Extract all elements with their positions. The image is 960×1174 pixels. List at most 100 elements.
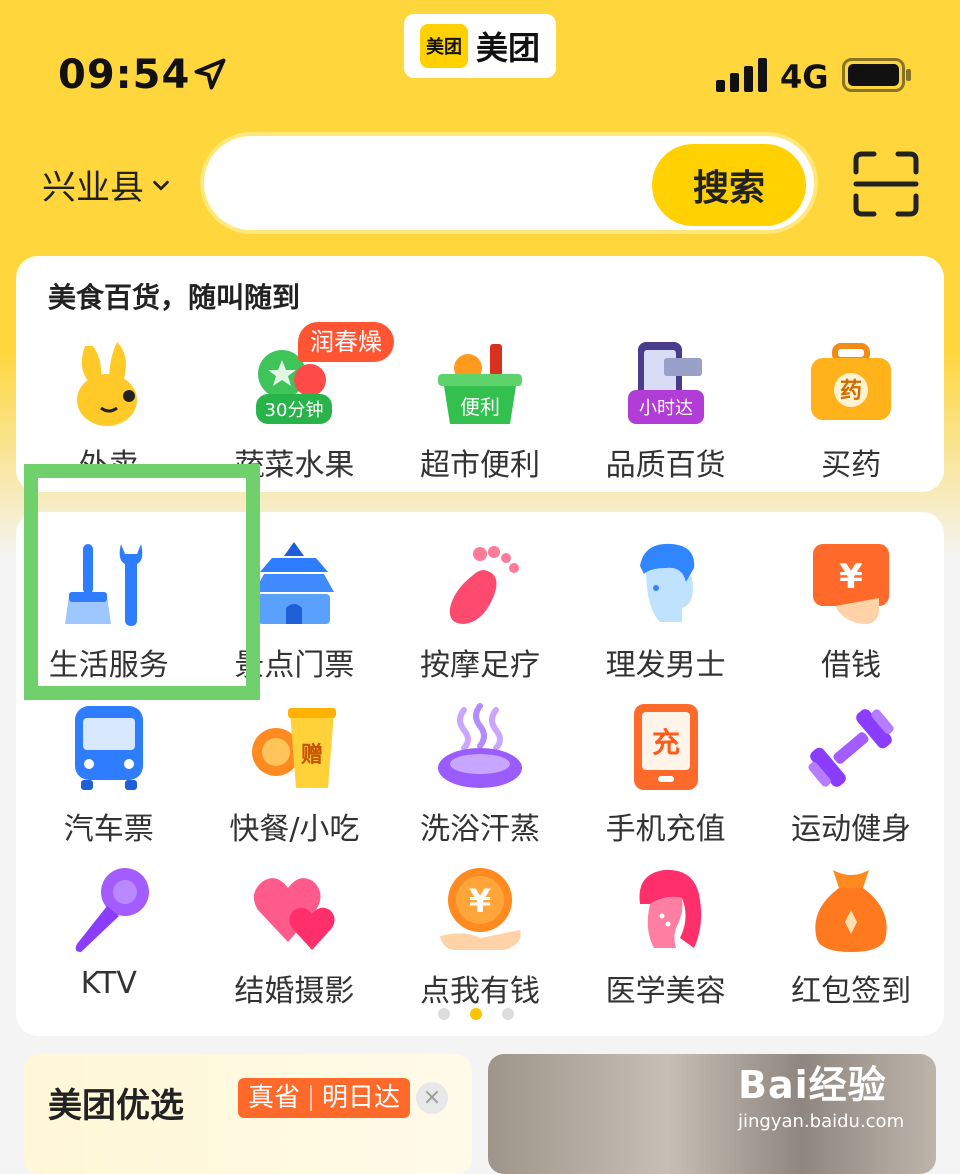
- grid-item-label: 医学美容: [605, 974, 726, 1009]
- card-title: 美食百货，随叫随到: [48, 281, 301, 314]
- supermarket-basket-icon: 便利: [437, 344, 522, 424]
- grid-item-wedding-photo[interactable]: 结婚摄影: [202, 864, 388, 1010]
- phone-box-icon: 小时达: [627, 342, 704, 424]
- grid-item-ktv[interactable]: KTV: [16, 864, 202, 1010]
- badge-text: 便利: [460, 395, 500, 419]
- banner-tag: 真省 明日达: [238, 1078, 411, 1118]
- grid-item-label: 洗浴汗蒸: [419, 812, 540, 847]
- food-goods-card: 美食百货，随叫随到 外卖 30分钟 蔬菜水果 便利 超市便利 小时达 品质百货 …: [16, 256, 944, 492]
- food-goods-row: 外卖 30分钟 蔬菜水果 便利 超市便利 小时达 品质百货 药 买药: [16, 338, 944, 484]
- grid-item-label: 品质百货: [605, 448, 726, 483]
- tag-divider: [310, 1085, 313, 1111]
- grid-item-quality-goods[interactable]: 小时达 品质百货: [573, 338, 759, 484]
- grid-item-get-money[interactable]: ¥ 点我有钱: [387, 864, 573, 1010]
- watermark: Bai经验 jingyan.baidu.com: [738, 1054, 904, 1132]
- foot-icon: [449, 546, 519, 624]
- page-dot-active[interactable]: [470, 1008, 482, 1020]
- grid-item-loan[interactable]: ¥ 借钱: [758, 538, 944, 684]
- grid-item-label: 外卖: [78, 448, 139, 483]
- grid-item-label: 红包签到: [791, 974, 912, 1009]
- close-button[interactable]: ×: [416, 1082, 448, 1114]
- status-time: 09:54: [58, 52, 191, 98]
- money-bag-icon: [815, 870, 887, 952]
- grid-item-label: 结婚摄影: [234, 974, 355, 1009]
- grid-item-label: 快餐/小吃: [229, 812, 360, 847]
- app-badge: 美团 美团: [404, 14, 556, 78]
- badge-text: 30分钟: [265, 400, 324, 421]
- svg-text:¥: ¥: [839, 557, 863, 597]
- hearts-icon: [254, 878, 335, 950]
- page-dot[interactable]: [438, 1008, 450, 1020]
- services-row: KTV 结婚摄影 ¥ 点我有钱 医学美容 红包签到: [16, 864, 944, 1010]
- battery-icon: [842, 58, 911, 92]
- grid-item-label: 汽车票: [63, 812, 154, 847]
- grid-item-label: 理发男士: [605, 648, 726, 683]
- grid-item-phone-recharge[interactable]: 充 手机充值: [573, 702, 759, 848]
- location-arrow-icon: [194, 58, 226, 90]
- search-button[interactable]: 搜索: [652, 144, 806, 226]
- grid-item-red-packet[interactable]: 红包签到: [758, 864, 944, 1010]
- search-box: 搜索: [200, 132, 818, 234]
- meituan-logo: 美团: [419, 24, 468, 68]
- promo-tag: 润春燥: [298, 322, 394, 362]
- youxuan-banner[interactable]: 美团优选 真省 明日达 ×: [24, 1054, 472, 1174]
- grid-item-fast-food[interactable]: 赠 快餐/小吃: [202, 702, 388, 848]
- svg-text:¥: ¥: [469, 882, 491, 920]
- grid-item-label: 蔬菜水果: [234, 448, 355, 483]
- page-dot[interactable]: [502, 1008, 514, 1020]
- grid-item-supermarket[interactable]: 便利 超市便利: [387, 338, 573, 484]
- medicine-box-icon: 药: [811, 343, 892, 420]
- grid-item-label: 生活服务: [48, 648, 169, 683]
- scan-icon[interactable]: [852, 150, 920, 218]
- grid-item-medicine[interactable]: 药 买药: [758, 338, 944, 484]
- grid-item-label: 借钱: [821, 648, 882, 683]
- chevron-down-icon: [153, 180, 169, 191]
- grid-item-label: 超市便利: [419, 448, 540, 483]
- badge-text: 小时达: [639, 398, 693, 419]
- grid-item-cosmetic[interactable]: 医学美容: [573, 864, 759, 1010]
- services-card: 生活服务 景点门票 按摩足疗 理发男士 ¥ 借钱 汽车票 赠 快餐/小吃 洗浴汗…: [16, 512, 944, 1036]
- microphone-icon: [75, 868, 149, 952]
- grid-item-barber[interactable]: 理发男士: [573, 538, 759, 684]
- signal-icon: [716, 58, 767, 92]
- temple-icon: [254, 542, 335, 624]
- broom-wrench-icon: [64, 544, 143, 626]
- banner-title: 美团优选: [48, 1086, 184, 1126]
- takeout-rabbit-icon: [76, 342, 137, 426]
- watermark-brand: Bai经验: [738, 1063, 887, 1107]
- grid-item-bath[interactable]: 洗浴汗蒸: [387, 702, 573, 848]
- grid-item-takeout[interactable]: 外卖: [16, 338, 202, 484]
- page-indicator: [438, 1008, 514, 1020]
- grid-item-label: KTV: [80, 966, 137, 1001]
- badge-text: 赠: [301, 742, 323, 768]
- services-row: 生活服务 景点门票 按摩足疗 理发男士 ¥ 借钱: [16, 538, 944, 684]
- services-row: 汽车票 赠 快餐/小吃 洗浴汗蒸 充 手机充值 运动健身: [16, 702, 944, 848]
- woman-face-icon: [639, 869, 701, 948]
- grid-item-life-services[interactable]: 生活服务: [16, 538, 202, 684]
- watermark-url: jingyan.baidu.com: [738, 1111, 905, 1132]
- grid-item-bus-ticket[interactable]: 汽车票: [16, 702, 202, 848]
- bus-icon: [74, 706, 143, 790]
- city-selector[interactable]: 兴业县: [42, 160, 172, 209]
- grid-item-label: 买药: [821, 448, 882, 483]
- badge-text: 充: [652, 726, 680, 759]
- banner-tag-item: 明日达: [322, 1083, 401, 1113]
- banner-tag-item: 真省: [248, 1083, 301, 1113]
- grid-item-fitness[interactable]: 运动健身: [758, 702, 944, 848]
- man-hair-icon: [639, 543, 694, 622]
- search-input[interactable]: [234, 156, 638, 214]
- grid-item-label: 景点门票: [234, 648, 355, 683]
- yen-card-icon: ¥: [813, 544, 890, 624]
- phone-charge-icon: 充: [633, 704, 698, 790]
- coin-hand-icon: ¥: [439, 868, 521, 950]
- grid-item-tickets[interactable]: 景点门票: [202, 538, 388, 684]
- app-name: 美团: [475, 29, 540, 67]
- grid-item-label: 按摩足疗: [419, 648, 540, 683]
- city-name: 兴业县: [42, 168, 144, 208]
- bath-steam-icon: [437, 703, 522, 788]
- grid-item-massage[interactable]: 按摩足疗: [387, 538, 573, 684]
- dumbbell-icon: [808, 709, 894, 787]
- grid-item-label: 点我有钱: [419, 974, 540, 1009]
- noodle-cup-icon: 赠: [252, 708, 337, 788]
- badge-text: 药: [840, 379, 862, 404]
